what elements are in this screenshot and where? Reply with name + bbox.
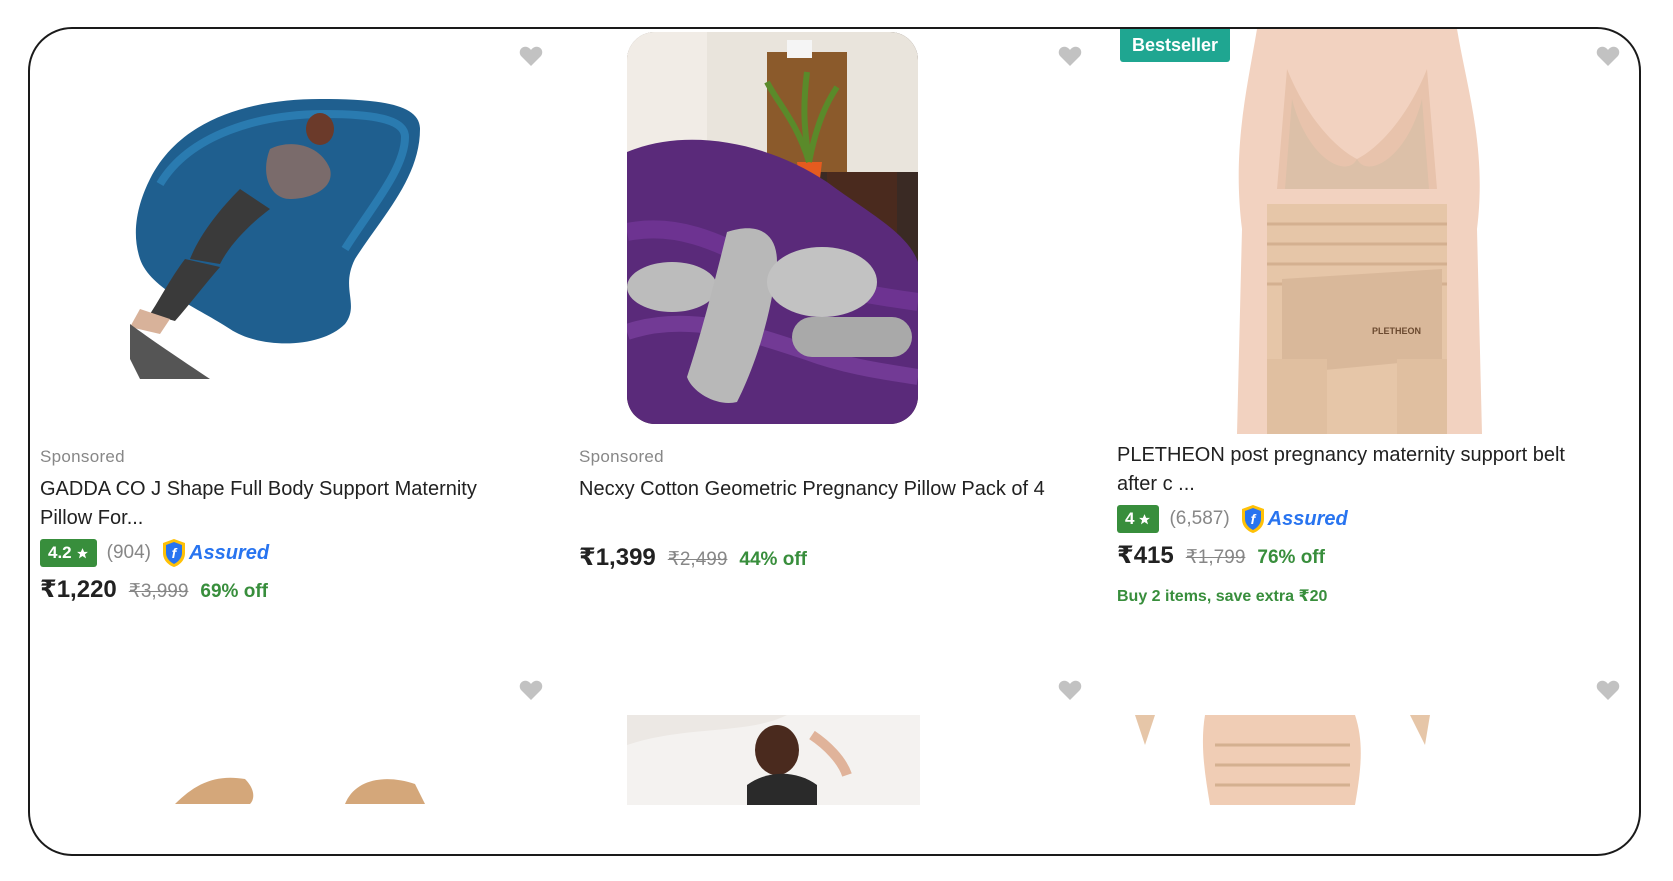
assured-label: Assured (189, 541, 270, 564)
rating-badge: 4 (1117, 505, 1160, 533)
heart-icon[interactable] (519, 679, 543, 701)
assured-shield-icon: f (163, 539, 185, 567)
heart-icon[interactable] (1596, 679, 1620, 701)
original-price: ₹1,799 (1185, 547, 1246, 568)
product-title[interactable]: Necxy Cotton Geometric Pregnancy Pillow … (579, 475, 1059, 504)
bestseller-badge: Bestseller (1120, 29, 1231, 62)
star-icon (1139, 513, 1151, 524)
product-card[interactable] (579, 674, 1116, 854)
bundle-offer: Buy 2 items, save extra ₹20 (1117, 588, 1328, 605)
product-card[interactable]: PLETHEON Bestseller PLETHEON post pregna… (1117, 29, 1639, 689)
product-card[interactable]: Sponsored GADDA CO J Shape Full Body Sup… (40, 29, 577, 689)
heart-icon[interactable] (519, 45, 543, 67)
rating-count: (6,587) (1169, 508, 1230, 529)
original-price: ₹3,999 (128, 581, 189, 602)
assured-label: Assured (1267, 507, 1348, 530)
product-image[interactable] (120, 59, 500, 389)
rating-row: 4 (6,587) f Assured (1117, 504, 1348, 534)
product-card[interactable]: Sponsored Necxy Cotton Geometric Pregnan… (579, 29, 1116, 689)
product-image[interactable] (1135, 715, 1430, 805)
product-title[interactable]: PLETHEON post pregnancy maternity suppor… (1117, 441, 1597, 499)
product-image[interactable]: PLETHEON (1197, 29, 1517, 434)
heart-icon[interactable] (1596, 45, 1620, 67)
product-image[interactable] (627, 32, 918, 424)
discount: 69% off (200, 581, 268, 602)
product-card[interactable] (1117, 674, 1639, 854)
discount: 76% off (1257, 547, 1325, 568)
discount: 44% off (739, 549, 807, 570)
product-image[interactable] (627, 715, 920, 805)
rating-value: 4.2 (48, 543, 72, 562)
rating-row: 4.2 (904) f Assured (40, 538, 269, 568)
assured-shield-icon: f (1241, 505, 1264, 533)
product-grid: Sponsored GADDA CO J Shape Full Body Sup… (28, 27, 1641, 856)
heart-icon[interactable] (1058, 679, 1082, 701)
price: ₹1,399 (579, 544, 656, 571)
product-title[interactable]: GADDA CO J Shape Full Body Support Mater… (40, 475, 520, 533)
rating-badge: 4.2 (40, 539, 97, 567)
rating-count: (904) (106, 542, 151, 563)
rating-value: 4 (1125, 509, 1135, 528)
sponsored-label: Sponsored (40, 447, 125, 466)
price-row: ₹1,220 ₹3,999 69% off (40, 575, 268, 604)
product-card[interactable] (40, 674, 577, 854)
star-icon (76, 547, 88, 558)
price: ₹415 (1117, 542, 1174, 569)
price: ₹1,220 (40, 576, 117, 603)
heart-icon[interactable] (1058, 45, 1082, 67)
assured-badge: f Assured (1240, 504, 1348, 534)
belt-brand-label: PLETHEON (1372, 326, 1421, 336)
original-price: ₹2,499 (667, 549, 728, 570)
product-image[interactable] (175, 774, 425, 804)
assured-badge: f Assured (161, 538, 269, 568)
price-row: ₹1,399 ₹2,499 44% off (579, 543, 807, 572)
price-row: ₹415 ₹1,799 76% off (1117, 541, 1325, 570)
sponsored-label: Sponsored (579, 447, 664, 466)
